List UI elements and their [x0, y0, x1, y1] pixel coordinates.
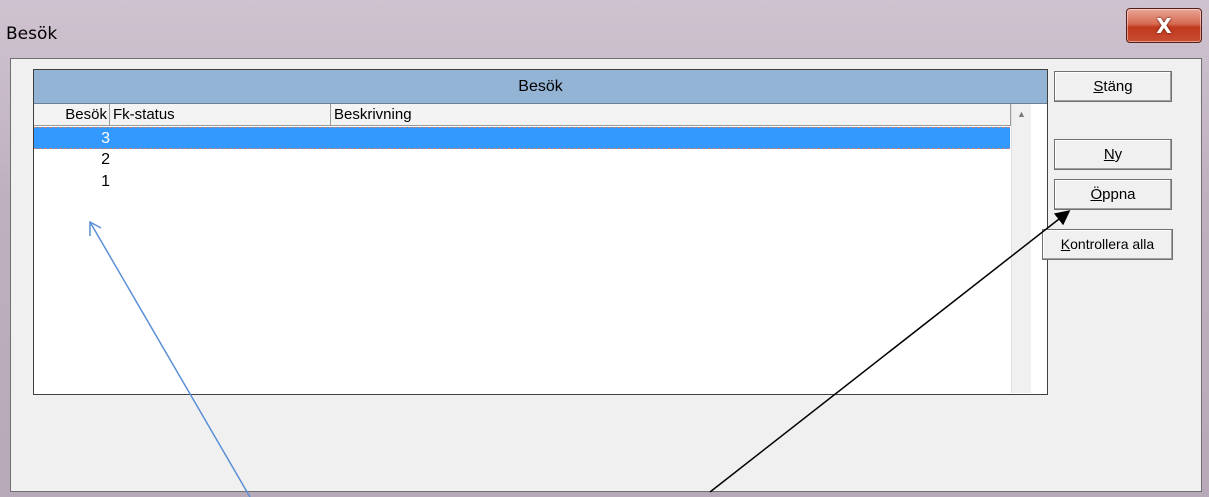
visits-grid[interactable]: Besök Besök Fk-status Beskrivning 3 2 1 …	[33, 69, 1048, 395]
cell-besok: 2	[101, 151, 110, 168]
close-button[interactable]: X	[1126, 8, 1202, 43]
window-frame: Besök X Besök Besök Fk-status Beskrivnin…	[0, 0, 1209, 497]
table-row[interactable]: 3	[34, 127, 1010, 149]
triangle-up-icon: ▲	[1017, 109, 1026, 119]
window-title: Besök	[6, 24, 58, 44]
scroll-up-button[interactable]: ▲	[1012, 104, 1031, 124]
check-all-button[interactable]: Kontrollera alla	[1042, 229, 1173, 260]
cell-besok: 3	[101, 130, 110, 147]
table-row[interactable]: 1	[34, 171, 1010, 193]
grid-caption: Besök	[34, 70, 1047, 104]
close-dialog-button[interactable]: Stäng	[1054, 71, 1172, 102]
column-header-beskrivning[interactable]: Beskrivning	[331, 104, 1011, 126]
close-icon: X	[1156, 13, 1172, 38]
column-header-besok[interactable]: Besök	[34, 104, 110, 126]
column-header-fk-status[interactable]: Fk-status	[110, 104, 331, 126]
dialog-client-area: Besök Besök Fk-status Beskrivning 3 2 1 …	[10, 58, 1202, 492]
title-bar[interactable]: Besök X	[0, 0, 1209, 58]
open-button[interactable]: Öppna	[1054, 179, 1172, 210]
vertical-scrollbar[interactable]: ▲	[1011, 104, 1031, 393]
cell-besok: 1	[101, 173, 110, 190]
new-button[interactable]: Ny	[1054, 139, 1172, 170]
table-row[interactable]: 2	[34, 149, 1010, 171]
